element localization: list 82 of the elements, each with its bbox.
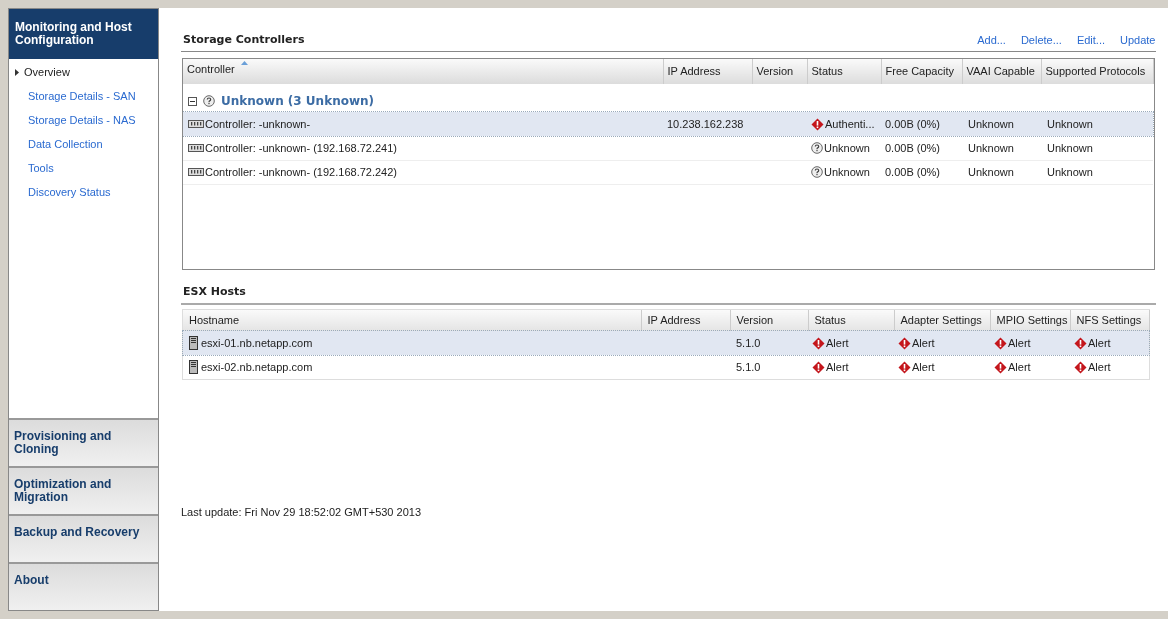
nav-link[interactable]: Storage Details - NAS	[28, 112, 136, 129]
group-label: Unknown (3 Unknown)	[221, 93, 375, 110]
column-header[interactable]: VAAI Capable	[962, 59, 1041, 84]
table-cell: Unknown	[1047, 117, 1093, 130]
column-header[interactable]: MPIO Settings	[990, 310, 1070, 331]
server-icon	[189, 360, 198, 374]
nav-link[interactable]: Discovery Status	[28, 184, 111, 201]
status-text: Alert	[1088, 359, 1111, 375]
column-header[interactable]: Free Capacity	[881, 59, 962, 84]
question-icon	[811, 141, 823, 154]
controller-name: Controller: -unknown- (192.168.72.241)	[205, 140, 397, 156]
nav-link[interactable]: Overview	[15, 64, 70, 81]
server-icon	[189, 336, 198, 350]
status-text: Authenti...	[825, 116, 875, 132]
column-header[interactable]: Status	[807, 59, 881, 84]
table-row[interactable]: esxi-02.nb.netapp.com 5.1.0 Alert Alert Alert Alert	[183, 355, 1149, 379]
triangle-icon	[15, 69, 19, 76]
table-cell: Unknown	[968, 141, 1014, 154]
table-cell: 0.00B (0%)	[885, 141, 941, 154]
status-text: Alert	[826, 335, 849, 351]
controller-name: Controller: -unknown-	[205, 116, 311, 132]
alert-icon	[994, 336, 1007, 350]
controller-name: Controller: -unknown- (192.168.72.242)	[205, 164, 397, 180]
section-title: ESX Hosts	[183, 283, 246, 300]
status-text: Alert	[912, 359, 935, 375]
sidebar-section[interactable]: Backup and Recovery	[9, 514, 158, 562]
status-text: Alert	[1088, 335, 1111, 351]
column-header[interactable]: IP Address	[663, 59, 752, 84]
sidebar-header[interactable]: Monitoring and Host Configuration	[9, 9, 158, 59]
column-header[interactable]: Supported Protocols	[1041, 59, 1153, 84]
column-header[interactable]: Status	[808, 310, 894, 331]
status-text: Alert	[1008, 335, 1031, 351]
status-text: Alert	[826, 359, 849, 375]
table-cell: 5.1.0	[736, 360, 761, 373]
column-header[interactable]: Version	[752, 59, 807, 84]
sidebar-section[interactable]: Provisioning and Cloning	[9, 418, 158, 466]
table-cell: Unknown	[968, 165, 1014, 178]
column-header[interactable]: Adapter Settings	[894, 310, 990, 331]
alert-icon	[1074, 336, 1087, 350]
table-cell: Unknown	[968, 117, 1014, 130]
hostname: esxi-01.nb.netapp.com	[201, 335, 313, 351]
controller-icon	[188, 168, 204, 176]
table-cell: 0.00B (0%)	[885, 117, 941, 130]
table-cell: 5.1.0	[736, 336, 761, 349]
status-text: Alert	[912, 335, 935, 351]
nav-link[interactable]: Storage Details - SAN	[28, 88, 136, 105]
alert-icon	[812, 360, 825, 374]
question-icon	[811, 166, 823, 178]
status-text: Unknown	[824, 164, 870, 180]
table-cell: 0.00B (0%)	[885, 165, 941, 178]
table-row[interactable]: Controller: -unknown- (192.168.72.242) Unknown 0.00B (0%) Unknown Unknown	[183, 160, 1153, 184]
column-header[interactable]: Controller	[183, 59, 663, 84]
column-header[interactable]: NFS Settings	[1070, 310, 1149, 331]
alert-icon	[898, 336, 911, 350]
action-link[interactable]: Delete...	[1020, 31, 1062, 48]
column-header[interactable]: Hostname	[183, 310, 641, 331]
alert-icon	[812, 336, 825, 350]
status-text: Unknown	[824, 140, 870, 156]
collapse-toggle[interactable]	[188, 96, 197, 106]
table-cell: 10.238.162.238	[667, 117, 744, 130]
status-text: Alert	[1008, 359, 1031, 375]
sidebar-section[interactable]: About	[9, 562, 158, 610]
table-cell: Unknown	[1047, 141, 1093, 154]
hostname: esxi-02.nb.netapp.com	[201, 359, 313, 375]
last-update-text: Last update: Fri Nov 29 18:52:02 GMT+530 2013	[181, 505, 421, 521]
question-icon	[203, 95, 215, 107]
action-link[interactable]: Edit...	[1076, 31, 1105, 48]
sidebar-section[interactable]: Optimization and Migration	[9, 466, 158, 514]
section-title: Storage Controllers	[183, 31, 305, 48]
alert-icon	[1074, 360, 1087, 374]
table-cell: Unknown	[1047, 165, 1093, 178]
action-link[interactable]: Update	[1120, 31, 1156, 48]
alert-icon	[994, 360, 1007, 374]
controller-icon	[188, 143, 204, 152]
controller-icon	[188, 120, 204, 128]
nav-link[interactable]: Data Collection	[28, 136, 103, 153]
alert-icon	[811, 117, 824, 131]
nav-link[interactable]: Tools	[28, 160, 54, 177]
column-header[interactable]: Version	[730, 310, 808, 331]
alert-icon	[898, 360, 911, 374]
table-row[interactable]: Controller: -unknown- (192.168.72.241) Unknown 0.00B (0%) Unknown Unknown	[183, 136, 1153, 160]
action-link[interactable]: Add...	[977, 31, 1006, 48]
